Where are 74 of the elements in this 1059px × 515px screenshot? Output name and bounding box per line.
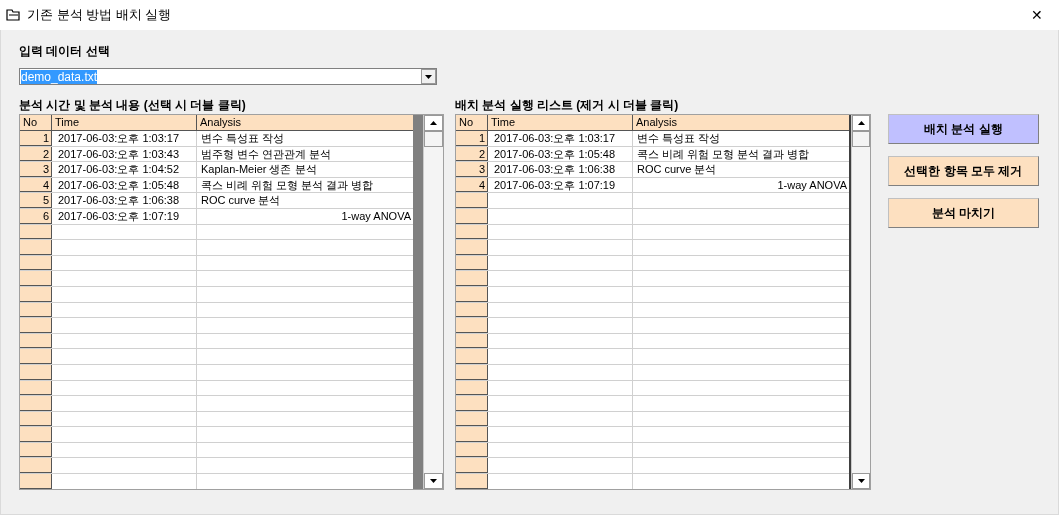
table-cell-text: 콕스 비례 위험 모형 분석 결과 병합 [636,146,811,162]
data-grid[interactable]: No Time Analysis 1 2017-06-03:오후 1:03:17 변수 특성표 작성 2 2017-06-03:오후 1:05:48 콕스 비례 위험 모형 분석 결과 병합 3 2017-06-03:오후 1:06:38 ROC curve 분석 4 2017-06-03:오후 1:07:19 1-way ANOVA [456,115,849,489]
table-cell: 2017-06-03:오후 1:03:43 [52,146,197,162]
scroll-up-button[interactable] [852,115,870,131]
row-number-cell[interactable]: 3 [456,162,488,177]
row-number-cell[interactable] [456,396,488,411]
row-number-cell[interactable]: 5 [20,193,52,208]
row-number-cell[interactable] [20,240,52,255]
table-cell: 2017-06-03:오후 1:06:38 [488,162,633,177]
action-button[interactable]: 배치 분석 실행 [888,114,1039,144]
column-header[interactable]: Analysis [197,115,413,130]
table-cell-text: 콕스 비례 위험 모형 분석 결과 병합 [200,177,375,193]
row-number-cell[interactable] [20,271,52,286]
window-icon [6,9,20,21]
table-cell: 2017-06-03:오후 1:03:17 [488,131,633,146]
row-number-cell[interactable] [20,318,52,333]
table-cell-text: 변수 특성표 작성 [636,131,722,146]
table-cell-text: 1-way ANOVA [776,177,848,193]
table-cell-text: ROC curve 분석 [200,193,282,208]
column-header[interactable]: No [20,115,52,130]
table-cell: 2017-06-03:오후 1:03:17 [52,131,197,146]
down-arrow-icon [425,74,432,79]
selected-value: demo_data.txt [21,69,98,84]
row-number-cell[interactable] [20,474,52,489]
row-number-cell[interactable] [20,458,52,474]
row-number-cell[interactable] [456,458,488,474]
row-number-cell[interactable] [456,349,488,364]
close-button[interactable]: ✕ [1021,4,1053,26]
action-button[interactable]: 분석 마치기 [888,198,1039,228]
scroll-thumb[interactable] [852,131,870,147]
row-number-cell[interactable] [456,318,488,333]
grid-title: 배치 분석 실행 리스트 (제거 시 더블 클릭) [455,97,680,114]
grid-title: 분석 시간 및 분석 내용 (선택 시 더블 클릭) [19,97,247,114]
row-number-cell[interactable] [456,193,488,208]
table-cell: 2017-06-03:오후 1:07:19 [488,177,633,193]
row-number-cell[interactable] [456,427,488,442]
column-header[interactable]: Analysis [633,115,849,130]
window-title: 기존 분석 방법 배치 실행 [27,6,172,25]
table-cell: 2017-06-03:오후 1:05:48 [488,146,633,162]
table-cell: 2017-06-03:오후 1:07:19 [52,208,197,224]
table-cell-text: ROC curve 분석 [636,162,718,177]
down-arrow-icon [857,479,865,483]
table-cell: 2017-06-03:오후 1:04:52 [52,162,197,177]
row-number-cell[interactable] [456,240,488,255]
up-arrow-icon [430,121,437,125]
dropdown-button[interactable] [421,69,436,84]
scroll-up-button[interactable] [424,115,443,131]
row-number-cell[interactable] [20,427,52,442]
scroll-thumb[interactable] [424,131,443,147]
down-arrow-icon [430,479,437,483]
table-cell-text: Kaplan-Meier 생존 분석 [200,162,318,177]
table-cell-text: 변수 특성표 작성 [200,131,286,146]
row-number-cell[interactable] [456,271,488,286]
column-header[interactable]: Time [52,115,197,130]
table-cell: 2017-06-03:오후 1:05:48 [52,177,197,193]
table-cell-text: 범주형 변수 연관관계 분석 [200,146,333,162]
row-number-cell[interactable] [20,396,52,411]
row-number-cell[interactable]: 1 [20,131,52,146]
table-cell-text: 1-way ANOVA [340,208,412,224]
scrollbar[interactable] [851,115,870,489]
scrollbar[interactable] [423,115,443,489]
action-button[interactable]: 선택한 항목 모두 제거 [888,156,1039,186]
row-number-cell[interactable]: 1 [456,131,488,146]
field-label: 입력 데이터 선택 [19,43,111,58]
column-header[interactable]: Time [488,115,633,130]
table-cell: 2017-06-03:오후 1:06:38 [52,193,197,208]
row-number-cell[interactable]: 3 [20,162,52,177]
scroll-down-button[interactable] [852,473,870,489]
row-number-cell[interactable] [456,474,488,489]
up-arrow-icon [857,121,865,125]
row-number-cell[interactable] [20,349,52,364]
column-header[interactable]: No [456,115,488,130]
scroll-down-button[interactable] [424,473,443,489]
data-grid[interactable] [20,115,413,489]
